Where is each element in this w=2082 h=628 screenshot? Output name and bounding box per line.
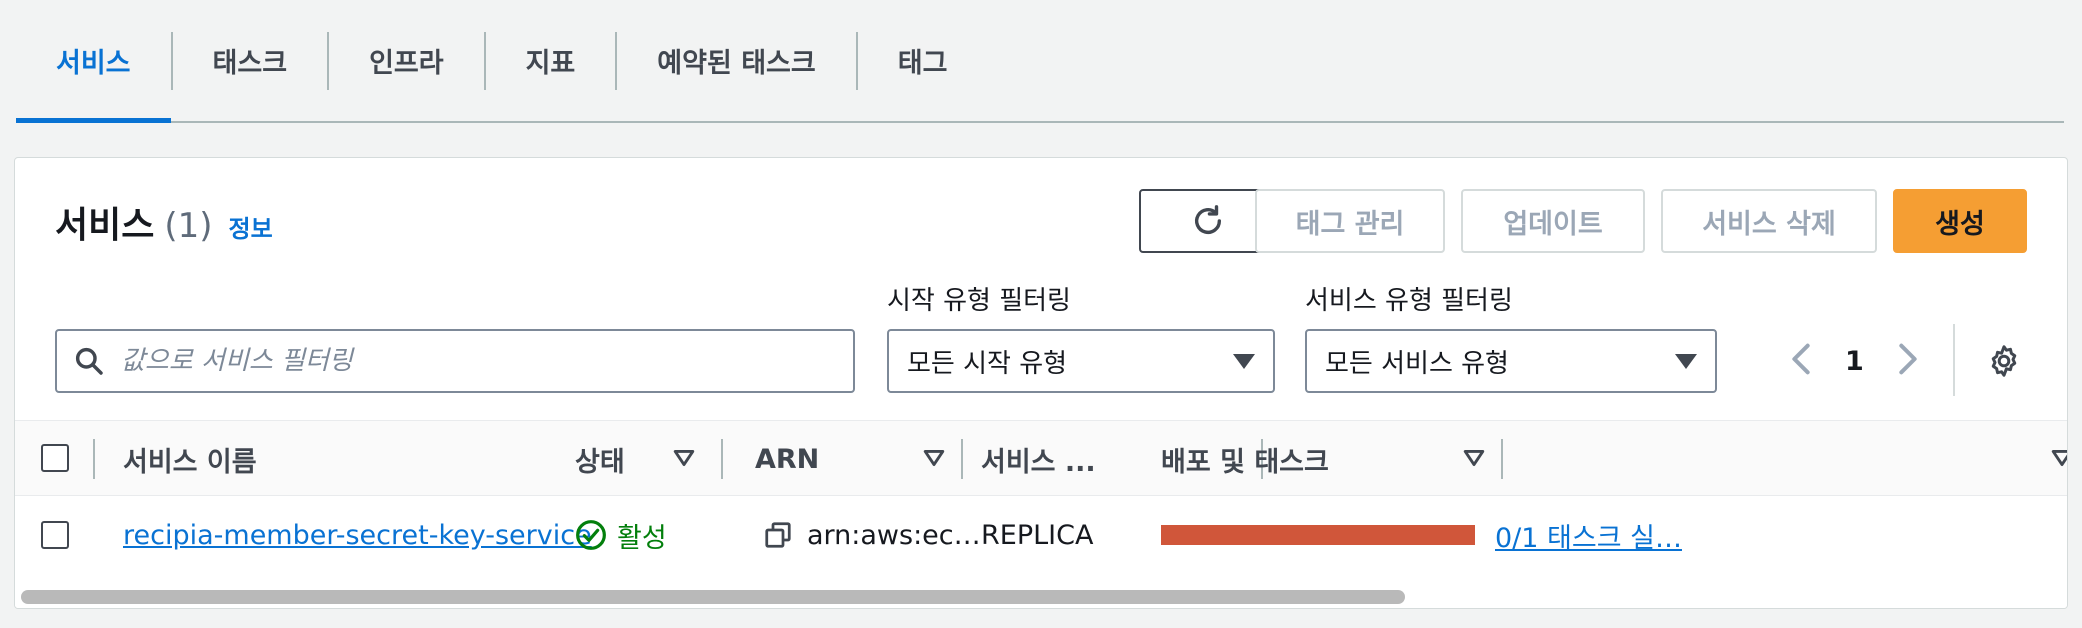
launch-type-label: 시작 유형 필터링 [887, 286, 1071, 316]
info-link[interactable]: 정보 [229, 209, 273, 244]
column-header-service-type[interactable]: 서비스 ... [981, 421, 1096, 497]
arn-text: arn:aws:ec… [807, 519, 981, 551]
column-header-arn[interactable]: ARN [755, 421, 819, 497]
tab-tags[interactable]: 태그 [858, 0, 988, 121]
status-text: 활성 [617, 522, 667, 554]
delete-service-button[interactable]: 서비스 삭제 [1661, 189, 1877, 253]
tasks-link[interactable]: 0/1 태스크 실… [1495, 496, 1682, 574]
column-header-service-name[interactable]: 서비스 이름 [123, 421, 257, 497]
pager-divider [1953, 324, 1955, 396]
service-name-link[interactable]: recipia-member-secret-key-service [123, 496, 592, 574]
select-all-checkbox[interactable] [41, 444, 69, 472]
sort-icon[interactable] [673, 447, 695, 469]
caret-down-icon [1233, 353, 1255, 369]
column-divider [961, 439, 963, 479]
column-header-status[interactable]: 상태 [575, 421, 625, 497]
service-count: (1) [164, 206, 213, 246]
pagination: 1 [1791, 329, 1918, 393]
sort-icon[interactable] [923, 447, 945, 469]
sort-icon[interactable] [1463, 447, 1485, 469]
service-type-label: 서비스 유형 필터링 [1305, 286, 1513, 316]
column-divider [93, 439, 95, 479]
status-cell: 활성 [575, 496, 667, 574]
service-type-select[interactable]: 모든 서비스 유형 [1305, 329, 1717, 393]
panel-header: 서비스 (1) 정보 [55, 196, 273, 248]
manage-tags-button[interactable]: 태그 관리 [1255, 189, 1445, 253]
table-header: 서비스 이름 상태 ARN 서비스 ... 배포 및 태스크 [15, 420, 2068, 497]
row-checkbox[interactable] [41, 521, 69, 549]
search-input[interactable] [121, 346, 821, 376]
panel-title: 서비스 [55, 205, 155, 246]
search-icon [57, 345, 121, 377]
check-circle-icon [576, 520, 606, 550]
create-button[interactable]: 생성 [1893, 189, 2027, 253]
column-divider [1501, 439, 1503, 479]
tab-services[interactable]: 서비스 [16, 0, 171, 123]
launch-type-select[interactable]: 모든 시작 유형 [887, 329, 1275, 393]
tab-scheduled-tasks[interactable]: 예약된 태스크 [617, 0, 855, 121]
column-header-deployments-tasks[interactable]: 배포 및 태스크 [1161, 421, 1329, 497]
tab-infrastructure[interactable]: 인프라 [329, 0, 484, 121]
refresh-icon [1194, 205, 1222, 234]
scrollbar-thumb[interactable] [21, 590, 1405, 604]
chevron-right-icon[interactable] [1898, 342, 1918, 380]
gear-icon[interactable] [1977, 334, 2031, 388]
task-progress-bar [1161, 525, 1475, 545]
page-number[interactable]: 1 [1845, 346, 1864, 377]
table-row: recipia-member-secret-key-service 활성 arn… [15, 496, 2067, 574]
search-field [55, 329, 855, 393]
tab-tasks[interactable]: 태스크 [173, 0, 328, 121]
chevron-left-icon[interactable] [1791, 342, 1811, 380]
service-type-value: 모든 서비스 유형 [1325, 348, 1509, 379]
tab-metrics[interactable]: 지표 [486, 0, 616, 121]
sort-icon[interactable] [2051, 447, 2068, 469]
launch-type-value: 모든 시작 유형 [907, 348, 1068, 379]
tab-bar: 서비스 태스크 인프라 지표 예약된 태스크 태그 [16, 0, 2064, 123]
arn-cell: arn:aws:ec… [763, 496, 981, 574]
service-type-cell: REPLICA [981, 519, 1094, 551]
services-panel: 서비스 (1) 정보 태그 관리 업데이트 서비스 삭제 생성 시작 유형 필터… [14, 157, 2068, 609]
column-divider [721, 439, 723, 479]
copy-icon[interactable] [763, 520, 793, 550]
update-button[interactable]: 업데이트 [1461, 189, 1645, 253]
horizontal-scrollbar[interactable] [15, 584, 2067, 608]
caret-down-icon [1675, 353, 1697, 369]
